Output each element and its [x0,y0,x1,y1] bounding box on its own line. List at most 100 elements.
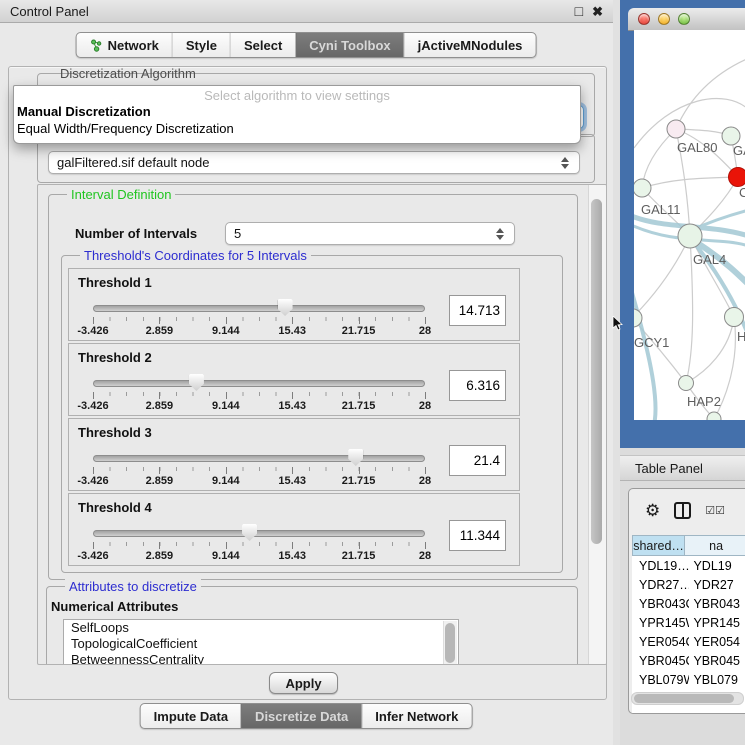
table-header-row: shared… na [632,535,745,556]
vertical-scrollbar-thumb[interactable] [591,199,602,544]
table-row[interactable]: YDR27…YDR27 [632,575,745,594]
node-gal4[interactable] [678,224,702,248]
threshold-4-slider[interactable]: -3.426 2.859 9.144 15.43 21.715 28 [93,523,425,563]
node-label-hap2: HAP2 [687,394,721,409]
node-hap2[interactable] [679,376,694,391]
threshold-3-value-field[interactable]: 21.4 [449,445,506,476]
slider-handle[interactable] [242,524,257,541]
tab-infer-network-label: Infer Network [375,709,458,724]
slider-scale: -3.426 2.859 9.144 15.43 21.715 28 [93,400,425,412]
table-panel-title: Table Panel [635,461,703,476]
combo-arrows-icon [496,228,506,240]
list-item[interactable]: BetweennessCentrality [64,652,458,665]
threshold-4-value-field[interactable]: 11.344 [449,520,506,551]
table-row[interactable]: YPR145WYPR145 [632,613,745,632]
interval-definition-label: Interval Definition [67,187,175,202]
algorithm-option-manual[interactable]: Manual Discretization [14,103,580,120]
node-label-c-partial: C [739,185,745,200]
split-columns-icon[interactable] [674,502,691,519]
thresholds-group: Threshold's Coordinates for 5 Intervals … [61,255,563,573]
list-item[interactable]: TopologicalCoefficient [64,636,458,652]
threshold-1-slider[interactable]: -3.426 2.859 9.144 15.43 21.715 28 [93,298,425,338]
tab-select[interactable]: Select [230,33,295,57]
slider-scale: -3.426 2.859 9.144 15.43 21.715 28 [93,325,425,337]
number-of-intervals-label: Number of Intervals [75,226,197,241]
threshold-1-label: Threshold 1 [78,275,152,290]
threshold-2-slider[interactable]: -3.426 2.859 9.144 15.43 21.715 28 [93,373,425,413]
slider-track[interactable] [93,305,425,312]
slider-handle[interactable] [348,449,363,466]
node-label-ga-partial: GA [733,143,745,158]
table-panel-section: Table Panel ⚙ ☑☑ shared… na YDL19…YDL19 … [620,448,745,745]
checkbox-columns-icon[interactable]: ☑☑ [705,504,725,517]
apply-button[interactable]: Apply [269,672,338,694]
tab-discretize-data[interactable]: Discretize Data [241,704,361,728]
slider-track[interactable] [93,380,425,387]
network-window-titlebar[interactable] [628,8,745,31]
horizontal-scrollbar-thumb[interactable] [634,694,734,703]
network-view-window: GAL80 GA C GAL11 GAL4 GCY1 H HAP2 [620,0,745,448]
slider-ticks [93,542,425,549]
tab-infer-network[interactable]: Infer Network [361,704,471,728]
node-label-gal4: GAL4 [693,252,726,267]
tab-style[interactable]: Style [172,33,230,57]
table-row[interactable]: YBR045CYBR045 [632,651,745,670]
vertical-scrollbar[interactable] [588,185,606,664]
table-data-combobox[interactable]: galFiltered.sif default node [48,151,580,174]
numerical-attributes-list[interactable]: SelfLoops TopologicalCoefficient Between… [63,619,459,665]
table-row[interactable]: YBR043CYBR043 [632,594,745,613]
tab-jactivemnodules[interactable]: jActiveMNodules [404,33,536,57]
list-scrollbar-thumb[interactable] [445,623,455,663]
threshold-4-label: Threshold 4 [78,500,152,515]
table-row[interactable]: YDL19…YDL19 [632,556,745,575]
table-row[interactable]: YIL052CYIL05 [632,708,745,714]
column-header-name[interactable]: na [685,535,745,556]
tab-network[interactable]: Network [77,33,172,57]
threshold-1-panel: Threshold 1 -3.426 2.859 9. [68,268,520,341]
node-right-h[interactable] [725,308,744,327]
control-panel-title: Control Panel [10,4,89,19]
slider-scale: -3.426 2.859 9.144 15.43 21.715 28 [93,550,425,562]
slider-handle[interactable] [278,299,293,316]
attributes-label: Attributes to discretize [65,579,201,594]
slider-handle[interactable] [189,374,204,391]
network-icon [90,39,103,52]
node-gal80[interactable] [667,120,685,138]
list-scrollbar[interactable] [443,621,457,665]
slider-track[interactable] [93,455,425,462]
tab-select-label: Select [244,38,282,53]
network-canvas[interactable]: GAL80 GA C GAL11 GAL4 GCY1 H HAP2 [634,30,745,420]
table-row[interactable]: YBL079WYBL079 [632,670,745,689]
node-table: shared… na YDL19…YDL19 YDR27…YDR27 YBR04… [632,535,745,714]
threshold-1-value-field[interactable]: 14.713 [449,295,506,326]
table-row[interactable]: YER054CYER054 [632,632,745,651]
attributes-group: Attributes to discretize Numerical Attri… [46,586,578,665]
threshold-2-value-field[interactable]: 6.316 [449,370,506,401]
tab-impute-data[interactable]: Impute Data [141,704,241,728]
discretization-algorithm-label: Discretization Algorithm [56,66,200,81]
node-red-selected[interactable] [729,168,745,187]
tab-style-label: Style [186,38,217,53]
tab-cyni-toolbox[interactable]: Cyni Toolbox [295,33,403,57]
slider-track[interactable] [93,530,425,537]
column-header-shared[interactable]: shared… [632,535,685,556]
minimize-traffic-light-icon[interactable] [658,13,670,25]
number-of-intervals-combobox[interactable]: 5 [225,222,515,245]
close-traffic-light-icon[interactable] [638,13,650,25]
close-icon[interactable]: ✖ [592,5,603,18]
algorithm-option-equal-width[interactable]: Equal Width/Frequency Discretization [14,120,580,137]
horizontal-scrollbar[interactable] [631,692,744,705]
threshold-3-panel: Threshold 3 -3.426 2.859 9. [68,418,520,491]
cyni-toolbox-panel: Discretization Algorithm Select algorith… [8,66,607,700]
control-panel-tabbar: Network Style Select Cyni Toolbox jActiv… [76,32,537,58]
table-data-value: galFiltered.sif default node [57,155,209,170]
list-item[interactable]: SelfLoops [64,620,458,636]
node-gal11[interactable] [634,179,651,197]
float-window-icon[interactable]: □ [575,5,583,18]
gear-icon[interactable]: ⚙ [645,502,660,519]
zoom-traffic-light-icon[interactable] [678,13,690,25]
slider-scale: -3.426 2.859 9.144 15.43 21.715 28 [93,475,425,487]
node-label-gcy1: GCY1 [634,335,669,350]
threshold-3-slider[interactable]: -3.426 2.859 9.144 15.43 21.715 28 [93,448,425,488]
threshold-2-label: Threshold 2 [78,350,152,365]
